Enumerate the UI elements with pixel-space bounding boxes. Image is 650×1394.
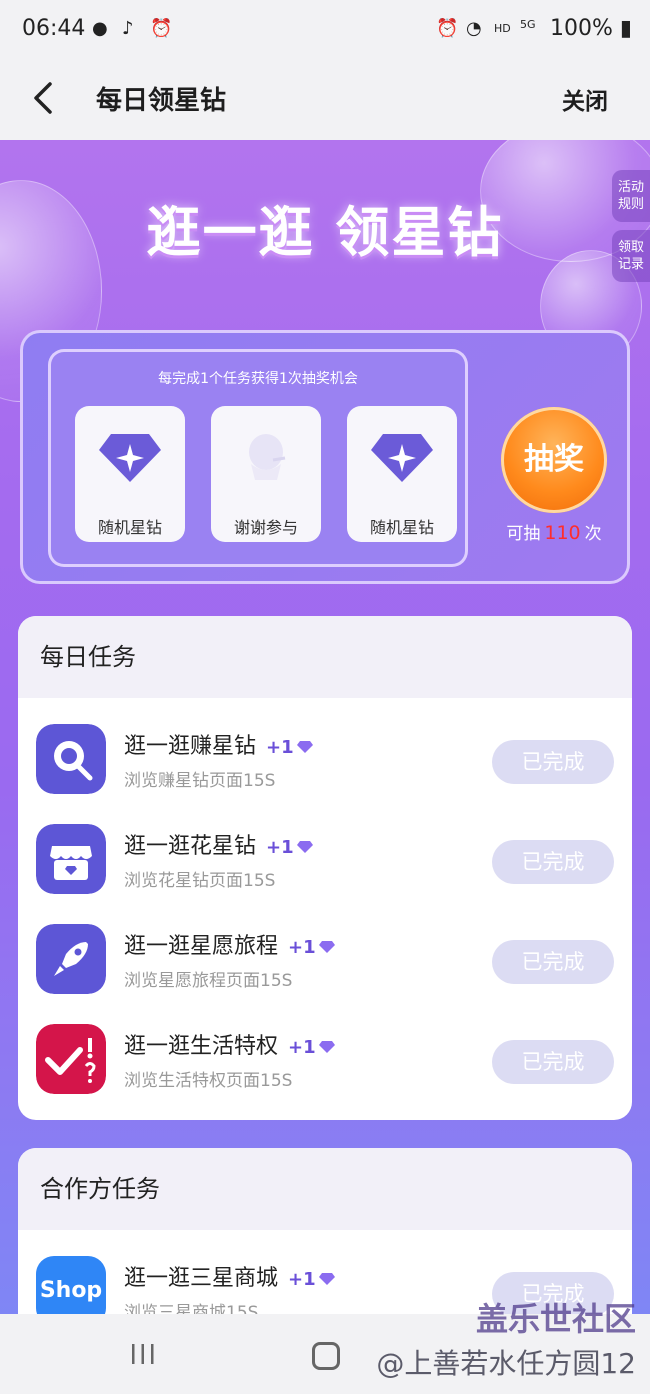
home-button[interactable] [312, 1342, 340, 1370]
gem-icon [318, 1041, 335, 1053]
tiktok-icon: ♪ [122, 18, 134, 39]
shop-icon: Shop [36, 1256, 106, 1314]
rocket-icon [36, 924, 106, 994]
task-title: 逛一逛三星商城 +1 [124, 1260, 336, 1292]
search-diamond-icon [36, 724, 106, 794]
thanks-icon [249, 434, 286, 480]
draw-count-number: 110 [544, 522, 581, 544]
draw-button[interactable]: 抽奖 [501, 407, 607, 513]
diamond-icon [371, 434, 433, 482]
hero-area: 逛一逛 领星钻 活动规则 领取记录 每完成1个任务获得1次抽奖机会 随机星钻 谢… [0, 140, 650, 1314]
task-title: 逛一逛星愿旅程 +1 [124, 928, 336, 960]
watermark-community: 盖乐世社区 [475, 1300, 636, 1338]
gem-icon [318, 941, 335, 953]
records-tab[interactable]: 领取记录 [612, 230, 650, 282]
task-desc: 浏览三星商城15S [124, 1303, 259, 1314]
prize-label: 谢谢参与 [233, 518, 298, 537]
lottery-hint: 每完成1个任务获得1次抽奖机会 [158, 371, 358, 387]
lottery-panel: 每完成1个任务获得1次抽奖机会 随机星钻 谢谢参与 随机星钻 抽奖 可抽 110… [20, 330, 630, 584]
prize-item: 随机星钻 [75, 406, 185, 542]
daily-tasks-card: 每日任务 逛一逛赚星钻 +1 浏览赚星钻页面15S 已完成 逛一逛花星钻 +1 浏览… [18, 616, 632, 1120]
task-item: 逛一逛星愿旅程 +1 浏览星愿旅程页面15S 已完成 [18, 924, 632, 1024]
watermark-author: @上善若水任方圆12 [376, 1347, 636, 1380]
task-title: 逛一逛赚星钻 +1 [124, 728, 314, 760]
task-status-button[interactable]: 已完成 [492, 940, 614, 984]
checkmark-question-icon [36, 1024, 106, 1094]
task-status-button[interactable]: 已完成 [492, 1040, 614, 1084]
store-icon [36, 824, 106, 894]
partner-tasks-title: 合作方任务 [18, 1148, 632, 1230]
task-desc: 浏览花星钻页面15S [124, 871, 276, 891]
task-item: 逛一逛生活特权 +1 浏览生活特权页面15S 已完成 [18, 1024, 632, 1120]
reward-text: +1 [266, 837, 294, 858]
gem-icon [296, 841, 313, 853]
hero-title: 逛一逛 领星钻 [146, 201, 504, 264]
recent-apps-icon[interactable] [130, 1342, 156, 1366]
task-desc: 浏览星愿旅程页面15S [124, 971, 293, 991]
task-status-button[interactable]: 已完成 [492, 840, 614, 884]
draw-count: 可抽 110 次 [506, 522, 602, 544]
prize-box: 每完成1个任务获得1次抽奖机会 随机星钻 谢谢参与 随机星钻 [48, 349, 468, 567]
back-arrow-icon[interactable] [30, 78, 60, 118]
task-item: 逛一逛赚星钻 +1 浏览赚星钻页面15S 已完成 [18, 724, 632, 824]
prize-label: 随机星钻 [97, 518, 162, 537]
task-title: 逛一逛花星钻 +1 [124, 828, 314, 860]
prize-item: 谢谢参与 [211, 406, 321, 542]
status-time: 06:44 [22, 16, 86, 41]
wechat-icon: ● [92, 18, 108, 39]
battery-text: 100% ▮ [549, 16, 632, 41]
alarm-icon: ⏰ [150, 18, 173, 39]
alarm-icon: ⏰ [436, 18, 459, 39]
title-bar: 每日领星钻 关闭 [0, 60, 650, 140]
gem-icon [318, 1273, 335, 1285]
prize-item: 随机星钻 [347, 406, 457, 542]
task-desc: 浏览生活特权页面15S [124, 1071, 293, 1091]
diamond-icon [99, 434, 161, 482]
hd-label: HD [494, 22, 511, 35]
gem-icon [296, 741, 313, 753]
task-desc: 浏览赚星钻页面15S [124, 771, 276, 791]
partner-tasks-card: 合作方任务 Shop 逛一逛三星商城 +1 浏览三星商城15S 已完成 [18, 1148, 632, 1314]
daily-tasks-title: 每日任务 [18, 616, 632, 698]
reward-text: +1 [288, 1269, 316, 1290]
reward-text: +1 [288, 1037, 316, 1058]
task-item: 逛一逛花星钻 +1 浏览花星钻页面15S 已完成 [18, 824, 632, 924]
prize-label: 随机星钻 [369, 518, 434, 537]
reward-text: +1 [266, 737, 294, 758]
reward-text: +1 [288, 937, 316, 958]
wifi-icon: ◔ [466, 18, 482, 39]
task-title: 逛一逛生活特权 +1 [124, 1028, 336, 1060]
rules-tab[interactable]: 活动规则 [612, 170, 650, 222]
status-bar: 06:44 ● ♪ ⏰ ⏰ ◔ HD 5G 100% ▮ [0, 0, 650, 60]
close-button[interactable]: 关闭 [562, 82, 608, 116]
signal-label: 5G [520, 18, 536, 31]
task-status-button[interactable]: 已完成 [492, 740, 614, 784]
page-title: 每日领星钻 [96, 86, 227, 116]
